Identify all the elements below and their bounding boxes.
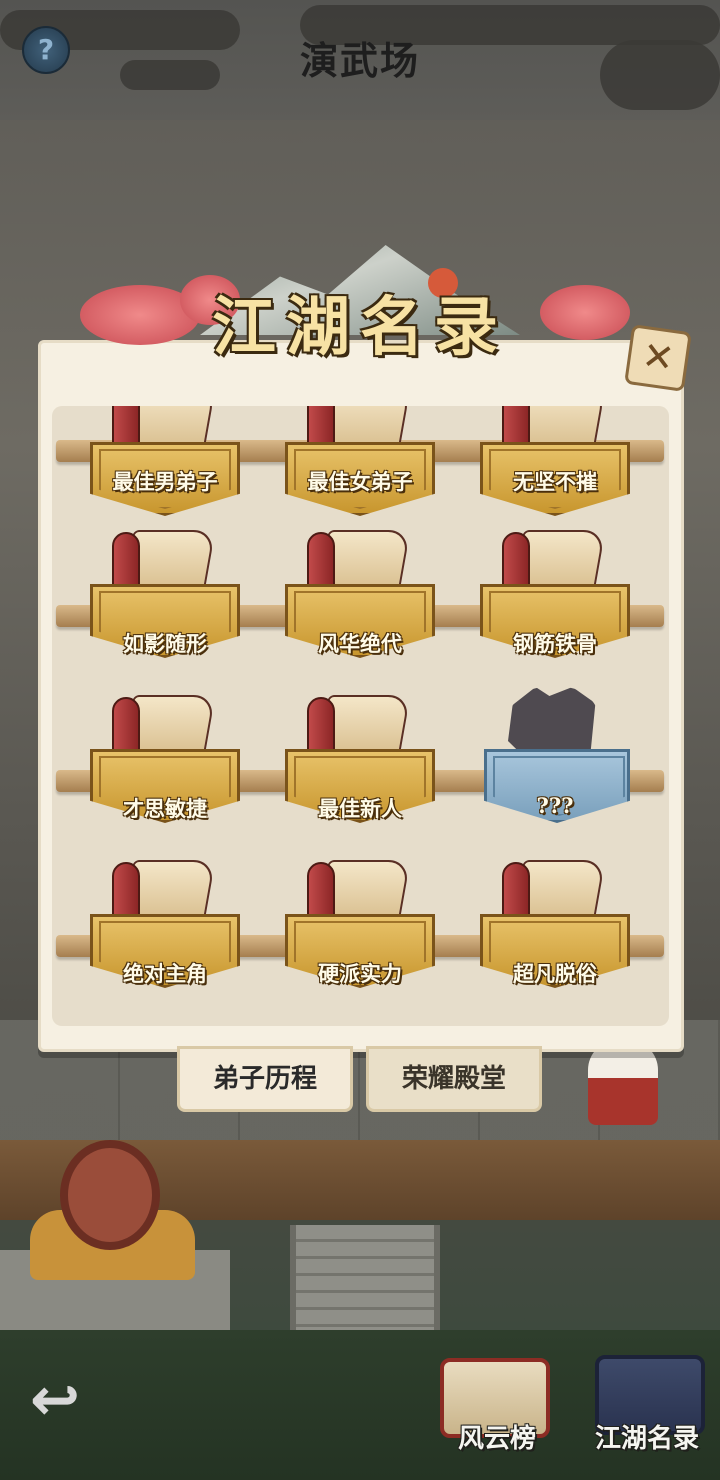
achievement-label: 最佳男弟子 <box>112 469 218 494</box>
achievement-label: 最佳新人 <box>318 796 402 821</box>
tab-hall-of-fame[interactable]: 荣耀殿堂 <box>366 1046 542 1112</box>
achievement-label: 硬派实力 <box>318 961 402 986</box>
achievement-item[interactable]: 才思敏捷 <box>90 687 240 837</box>
achievement-label: 才思敏捷 <box>123 796 207 821</box>
achievement-label: 如影随形 <box>123 631 207 656</box>
banner-title: 江湖名录 <box>212 290 508 365</box>
tab-disciple-history[interactable]: 弟子历程 <box>177 1046 353 1112</box>
achievement-label: 绝对主角 <box>123 961 207 986</box>
achievement-label: 风华绝代 <box>318 631 402 656</box>
drum <box>60 1140 160 1250</box>
achievement-item[interactable]: 绝对主角 <box>90 852 240 1002</box>
achievement-item[interactable]: 如影随形 <box>90 522 240 672</box>
achievement-item[interactable]: 超凡脱俗 <box>480 852 630 1002</box>
achievement-label: 钢筋铁骨 <box>513 631 597 656</box>
directory-nav-label[interactable]: 江湖名录 <box>572 1418 720 1455</box>
achievement-item[interactable]: 钢筋铁骨 <box>480 522 630 672</box>
achievement-label: 最佳女弟子 <box>307 469 413 494</box>
back-arrow-icon: ↩ <box>29 1365 81 1435</box>
close-x-icon: ✕ <box>639 333 677 382</box>
achievement-label: 无坚不摧 <box>513 469 597 494</box>
achievement-label: 超凡脱俗 <box>513 961 597 986</box>
achievement-label: ??? <box>536 793 574 818</box>
character-sprite[interactable] <box>588 1040 658 1125</box>
ranking-nav-label[interactable]: 风云榜 <box>422 1418 572 1455</box>
achievement-item-locked[interactable]: ??? <box>480 687 630 837</box>
close-button[interactable]: ✕ <box>624 324 692 392</box>
back-button[interactable]: ↩ <box>0 1360 110 1440</box>
achievement-item[interactable]: 风华绝代 <box>285 522 435 672</box>
achievement-item[interactable]: 硬派实力 <box>285 852 435 1002</box>
page-title: 演武场 <box>299 38 420 83</box>
achievement-item[interactable]: 最佳新人 <box>285 687 435 837</box>
stone-stairs <box>290 1225 440 1345</box>
